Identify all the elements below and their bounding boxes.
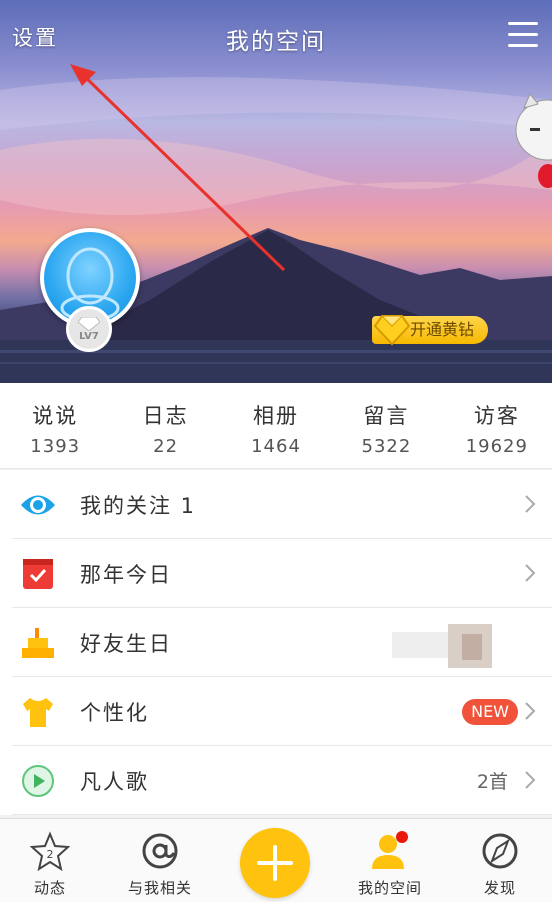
hamburger-menu-icon[interactable] — [508, 22, 538, 48]
list-item-personalization[interactable]: 个性化 NEW — [0, 677, 552, 746]
stat-label: 日志 — [142, 404, 189, 428]
stat-visitors[interactable]: 访客 19629 — [442, 383, 552, 468]
list-item-label: 好友生日 — [80, 631, 172, 656]
birthday-cake-icon — [22, 628, 54, 658]
at-icon — [142, 833, 178, 869]
cover-header: 设置 我的空间 LV7 开通黄钻 — [0, 0, 552, 383]
diamond-icon — [78, 316, 100, 331]
chevron-right-icon — [525, 771, 536, 789]
song-count: 2首 — [476, 771, 508, 793]
stat-shuoshuo[interactable]: 说说 1393 — [0, 383, 110, 468]
list-item-label: 个性化 — [80, 700, 149, 725]
stat-album[interactable]: 相册 1464 — [221, 383, 331, 468]
compass-icon — [482, 833, 518, 869]
menu-list: 我的关注 1 那年今日 好友生日 个性化 NEW 凡人歌 2首 — [0, 470, 552, 815]
open-yellow-diamond-button[interactable]: 开通黄钻 — [372, 315, 489, 346]
tab-label: 与我相关 — [127, 879, 192, 897]
page-title: 我的空间 — [226, 29, 326, 55]
play-icon — [22, 765, 54, 797]
stat-value: 1393 — [30, 436, 81, 457]
tab-feed[interactable]: 2 动态 — [0, 819, 100, 902]
tab-my-space[interactable]: 我的空间 — [340, 819, 440, 902]
blurred-avatar-image — [392, 624, 492, 668]
eye-icon — [21, 495, 55, 515]
list-item-on-this-day[interactable]: 那年今日 — [0, 539, 552, 608]
stat-label: 说说 — [32, 404, 79, 428]
svg-text:2: 2 — [47, 848, 54, 861]
tshirt-icon — [23, 698, 53, 727]
stat-blog[interactable]: 日志 22 — [110, 383, 220, 468]
yellow-diamond-icon — [374, 315, 410, 346]
stat-label: 留言 — [363, 404, 410, 428]
calendar-check-icon — [23, 559, 53, 589]
chevron-right-icon — [525, 564, 536, 582]
star-icon: 2 — [30, 831, 70, 871]
list-item-background-music[interactable]: 凡人歌 2首 — [0, 746, 552, 815]
list-item-my-follows[interactable]: 我的关注 1 — [0, 470, 552, 539]
user-icon — [372, 831, 408, 869]
level-badge[interactable]: LV7 — [66, 306, 112, 352]
list-item-label: 凡人歌 — [80, 769, 149, 794]
list-item-friend-birthdays[interactable]: 好友生日 — [0, 608, 552, 677]
stat-value: 19629 — [465, 436, 528, 457]
list-item-label: 那年今日 — [80, 562, 172, 587]
tab-label: 我的空间 — [357, 879, 422, 897]
chevron-right-icon — [525, 702, 536, 720]
stat-value: 22 — [153, 436, 179, 457]
cartoon-cat-decoration-icon — [515, 93, 552, 188]
stat-value: 5322 — [361, 436, 412, 457]
stat-label: 访客 — [473, 404, 520, 428]
new-badge: NEW — [462, 698, 518, 725]
chevron-right-icon — [525, 495, 536, 513]
stat-value: 1464 — [251, 436, 301, 457]
post-plus-button[interactable] — [240, 828, 310, 898]
stat-label: 相册 — [253, 404, 300, 428]
tab-discover[interactable]: 发现 — [450, 819, 550, 902]
vip-label: 开通黄钻 — [410, 320, 475, 339]
tab-label: 发现 — [483, 879, 516, 897]
stat-messages[interactable]: 留言 5322 — [331, 383, 441, 468]
list-item-label: 我的关注 1 — [80, 493, 197, 518]
level-label: LV7 — [79, 330, 99, 342]
stats-bar: 说说 1393 日志 22 相册 1464 留言 5322 访客 19629 — [0, 383, 552, 469]
tab-related-to-me[interactable]: 与我相关 — [110, 819, 210, 902]
tab-label: 动态 — [33, 879, 66, 897]
